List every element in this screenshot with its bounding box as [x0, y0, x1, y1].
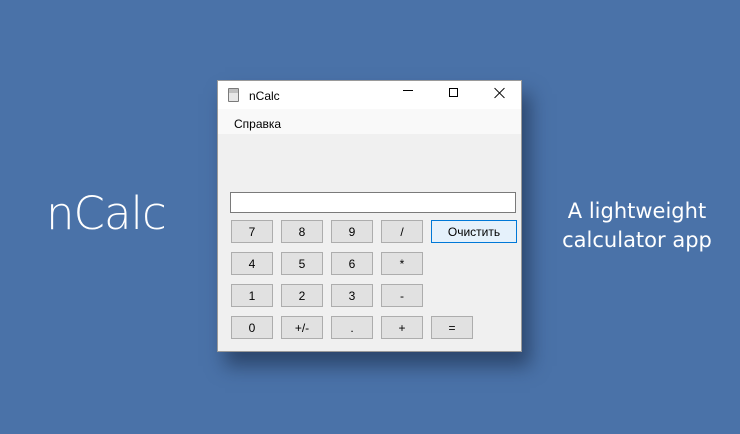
promo-tagline-line1: A lightweight: [567, 199, 707, 223]
key-decimal[interactable]: .: [331, 316, 373, 339]
clear-button[interactable]: Очистить: [431, 220, 517, 243]
key-8[interactable]: 8: [281, 220, 323, 243]
key-1[interactable]: 1: [231, 284, 273, 307]
key-equals[interactable]: =: [431, 316, 473, 339]
promo-tagline: A lightweight calculator app: [548, 197, 726, 255]
minimize-button[interactable]: [385, 81, 431, 109]
key-add[interactable]: +: [381, 316, 423, 339]
window-title: nCalc: [249, 89, 280, 103]
key-3[interactable]: 3: [331, 284, 373, 307]
close-icon: [494, 87, 505, 98]
key-9[interactable]: 9: [331, 220, 373, 243]
key-sign[interactable]: +/-: [281, 316, 323, 339]
key-subtract[interactable]: -: [381, 284, 423, 307]
title-bar[interactable]: nCalc: [218, 81, 521, 109]
menu-item-help[interactable]: Справка: [234, 117, 281, 131]
calculator-icon: [228, 88, 239, 102]
key-2[interactable]: 2: [281, 284, 323, 307]
key-divide[interactable]: /: [381, 220, 423, 243]
maximize-button[interactable]: [430, 81, 476, 109]
maximize-icon: [448, 87, 458, 97]
calculator-display[interactable]: [230, 192, 516, 213]
promo-tagline-line2: calculator app: [562, 228, 712, 252]
key-5[interactable]: 5: [281, 252, 323, 275]
app-window: nCalc Справка 7 8 9 / Очистить 4 5 6 * 1…: [217, 80, 522, 352]
menu-bar: Справка: [218, 109, 521, 134]
key-7[interactable]: 7: [231, 220, 273, 243]
promo-title: nCalc: [46, 187, 167, 240]
key-4[interactable]: 4: [231, 252, 273, 275]
close-button[interactable]: [476, 81, 522, 109]
key-0[interactable]: 0: [231, 316, 273, 339]
minimize-icon: [403, 90, 413, 91]
key-multiply[interactable]: *: [381, 252, 423, 275]
key-6[interactable]: 6: [331, 252, 373, 275]
